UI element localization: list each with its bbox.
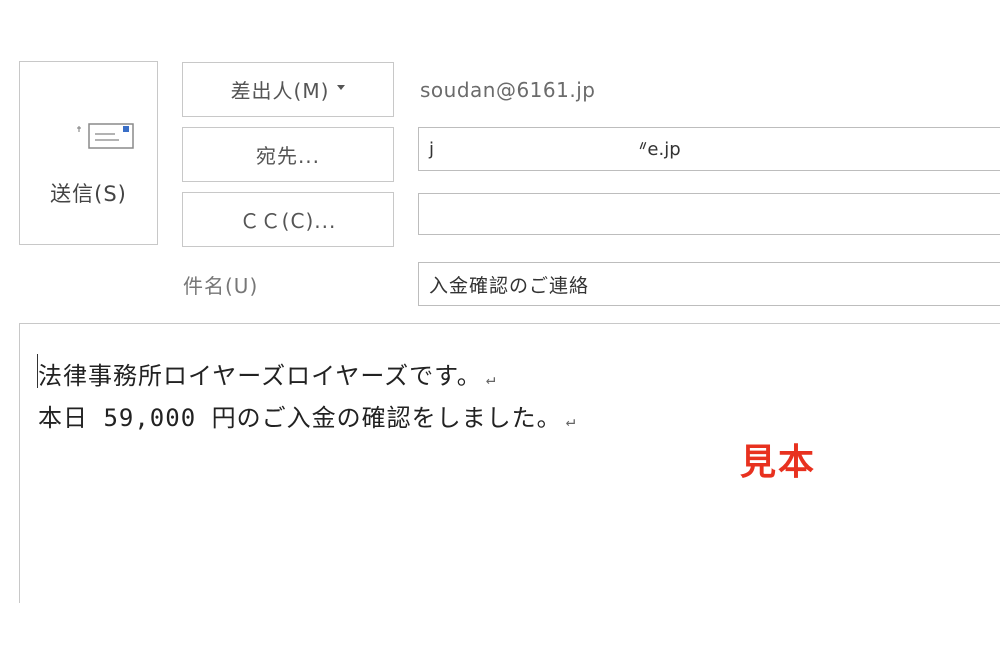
send-label: 送信(S) [50, 182, 127, 206]
body-line-2-text: 本日 59,000 円のご入金の確認をしました。 [38, 404, 562, 432]
chevron-down-icon [337, 85, 346, 90]
body-line-2: 本日 59,000 円のご入金の確認をしました。 ↵ [38, 398, 576, 433]
from-address: soudan@6161.jp [420, 78, 596, 102]
from-button[interactable]: 差出人(M) [182, 62, 394, 117]
sample-watermark: 見本 [740, 442, 817, 483]
return-mark-icon: ↵ [485, 369, 497, 388]
send-mail-icon [77, 123, 134, 149]
subject-field[interactable]: 入金確認のご連絡 [418, 262, 1000, 306]
mail-compose-window: 送信(S) 差出人(M) 宛先... ＣＣ(C)... soudan@6161.… [0, 0, 1000, 666]
to-button-label: 宛先... [255, 144, 321, 168]
body-line-1: 法律事務所ロイヤーズロイヤーズです。 ↵ [38, 356, 496, 391]
send-button[interactable]: 送信(S) [19, 61, 158, 245]
subject-label: 件名(U) [183, 274, 259, 298]
to-value-start: j [429, 138, 435, 160]
to-button[interactable]: 宛先... [182, 127, 394, 182]
subject-value: 入金確認のご連絡 [429, 274, 590, 297]
cc-field[interactable] [418, 193, 1000, 235]
message-body[interactable]: 法律事務所ロイヤーズロイヤーズです。 ↵ 本日 59,000 円のご入金の確認をし… [19, 323, 1000, 603]
from-button-label: 差出人(M) [230, 79, 330, 103]
cc-button-label: ＣＣ(C)... [239, 209, 337, 233]
to-value-end: ᐥe.jp [639, 138, 681, 160]
to-field[interactable]: j ᐥe.jp [418, 127, 1000, 171]
cc-button[interactable]: ＣＣ(C)... [182, 192, 394, 247]
return-mark-icon: ↵ [565, 411, 577, 430]
body-line-1-text: 法律事務所ロイヤーズロイヤーズです。 [38, 362, 482, 390]
